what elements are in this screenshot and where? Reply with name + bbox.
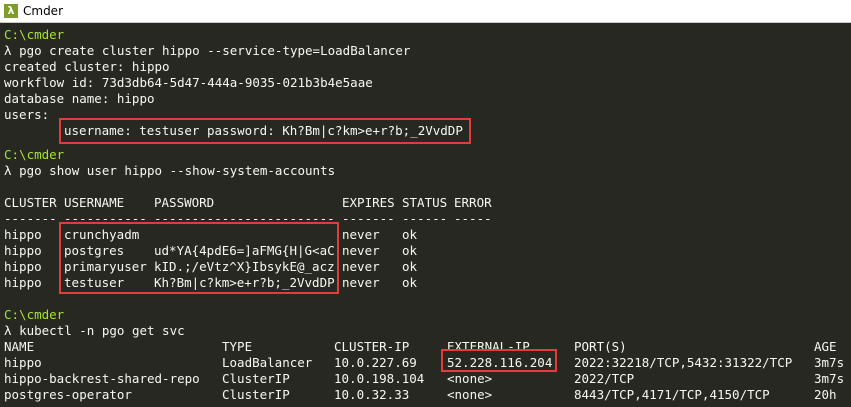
separator: ------: [402, 211, 448, 226]
prompt-lambda: λ: [4, 163, 12, 178]
svc-table-cell-external-ip: 52.228.116.204: [447, 355, 553, 370]
user-table-cell-expires: never: [342, 275, 380, 290]
title-bar[interactable]: λ Cmder: [0, 0, 851, 23]
col-header-cluster-ip: CLUSTER-IP: [334, 339, 410, 354]
col-header-type: TYPE: [222, 339, 253, 354]
user-table-cell-cluster: hippo: [4, 227, 42, 242]
col-header-ports: PORT(S): [574, 339, 627, 354]
user-table-cell-password: Kh?Bm|c?km>e+r?b;_2VvdDP: [154, 275, 335, 290]
svc-table-cell-name: hippo: [4, 355, 42, 370]
prompt-path: C:\cmder: [4, 147, 65, 162]
user-table-cell-status: ok: [402, 227, 418, 242]
svc-table-cell-external-ip: <none>: [447, 371, 493, 386]
svc-table-cell-ports: 2022:32218/TCP,5432:31322/TCP: [574, 355, 793, 370]
user-table-cell-expires: never: [342, 259, 380, 274]
svc-table-cell-ports: 8443/TCP,4171/TCP,4150/TCP: [574, 387, 770, 402]
command-text: kubectl -n pgo get svc: [19, 323, 185, 338]
user-table-cell-password: ud*YA{4pdE6=]aFMG{H|G<aC: [154, 243, 335, 258]
prompt-lambda: λ: [4, 43, 12, 58]
svc-table-cell-name: hippo-backrest-shared-repo: [4, 371, 200, 386]
output-line: users:: [4, 107, 50, 122]
lambda-icon: λ: [4, 4, 18, 18]
separator: -------: [342, 211, 395, 226]
col-header-expires: EXPIRES: [342, 195, 395, 210]
svc-table-cell-external-ip: <none>: [447, 387, 493, 402]
user-credentials-line: username: testuser password: Kh?Bm|c?km>…: [64, 123, 463, 138]
output-line: workflow id: 73d3db64-5d47-444a-9035-021…: [4, 75, 373, 90]
user-table-cell-password: kID.;/eVtz^X}IbsykE@_acz: [154, 259, 335, 274]
output-line: created cluster: hippo: [4, 59, 170, 74]
command-text: pgo create cluster hippo --service-type=…: [19, 43, 411, 58]
col-header-external-ip: EXTERNAL-IP: [447, 339, 530, 354]
svc-table-cell-age: 3m7s: [814, 355, 845, 370]
col-header-cluster: CLUSTER: [4, 195, 57, 210]
command-line: λ kubectl -n pgo get svc: [4, 323, 185, 339]
prompt-lambda: λ: [4, 323, 12, 338]
col-header-username: USERNAME: [64, 195, 125, 210]
command-line: λ pgo create cluster hippo --service-typ…: [4, 43, 410, 59]
user-table-cell-username: testuser: [64, 275, 125, 290]
command-line: λ pgo show user hippo --show-system-acco…: [4, 163, 335, 179]
user-table-cell-cluster: hippo: [4, 243, 42, 258]
user-table-cell-status: ok: [402, 243, 418, 258]
separator: -------: [4, 211, 57, 226]
svc-table-cell-type: ClusterIP: [222, 387, 290, 402]
user-table-cell-expires: never: [342, 243, 380, 258]
window-title: Cmder: [23, 3, 64, 18]
svc-table-cell-name: postgres-operator: [4, 387, 132, 402]
user-table-cell-username: postgres: [64, 243, 125, 258]
terminal-output[interactable]: C:\cmder λ pgo create cluster hippo --se…: [0, 23, 851, 407]
svc-table-cell-cluster-ip: 10.0.32.33: [334, 387, 410, 402]
user-table-cell-username: crunchyadm: [64, 227, 140, 242]
svc-table-cell-age: 3m7s: [814, 371, 845, 386]
col-header-password: PASSWORD: [154, 195, 215, 210]
output-line: database name: hippo: [4, 91, 155, 106]
user-table-cell-cluster: hippo: [4, 259, 42, 274]
svc-table-cell-type: LoadBalancer: [222, 355, 313, 370]
svc-table-cell-ports: 2022/TCP: [574, 371, 635, 386]
svc-table-cell-cluster-ip: 10.0.198.104: [334, 371, 425, 386]
col-header-status: STATUS: [402, 195, 448, 210]
cmder-window: λ Cmder C:\cmder λ pgo create cluster hi…: [0, 0, 851, 407]
col-header-error: ERROR: [454, 195, 492, 210]
prompt-path: C:\cmder: [4, 27, 65, 42]
svc-table-cell-cluster-ip: 10.0.227.69: [334, 355, 417, 370]
user-table-cell-status: ok: [402, 275, 418, 290]
prompt-path: C:\cmder: [4, 307, 65, 322]
col-header-name: NAME: [4, 339, 35, 354]
user-table-cell-username: primaryuser: [64, 259, 147, 274]
col-header-age: AGE: [814, 339, 837, 354]
separator: -----: [454, 211, 492, 226]
command-text: pgo show user hippo --show-system-accoun…: [19, 163, 336, 178]
svc-table-cell-age: 20h: [814, 387, 837, 402]
user-table-cell-expires: never: [342, 227, 380, 242]
user-table-cell-status: ok: [402, 259, 418, 274]
separator: -----------: [64, 211, 147, 226]
user-table-cell-cluster: hippo: [4, 275, 42, 290]
svc-table-cell-type: ClusterIP: [222, 371, 290, 386]
separator: ------------------------: [154, 211, 335, 226]
